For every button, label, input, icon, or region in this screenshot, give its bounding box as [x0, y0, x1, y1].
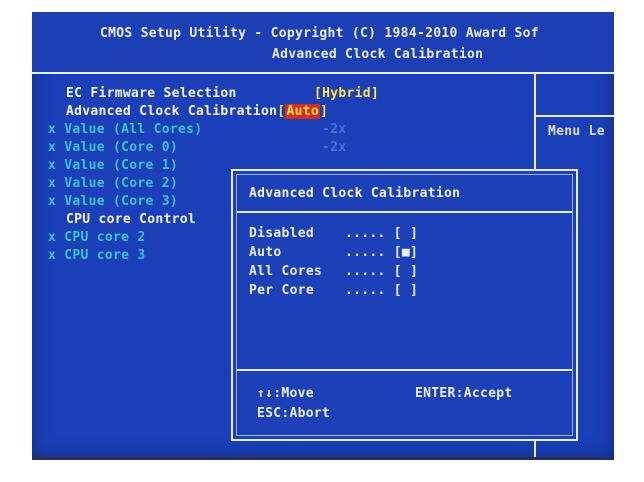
disabled-marker: x [48, 122, 57, 137]
options-popup: Advanced Clock Calibration Disabled.....… [231, 169, 578, 441]
disabled-marker: x [48, 176, 57, 191]
option-label: Auto [249, 245, 282, 260]
setting-advanced-clock-calibration[interactable]: Advanced Clock Calibration[Auto] [66, 104, 328, 120]
setting-cpu-core-3: x CPU core 3 [48, 248, 146, 264]
setting-cpu-core-control[interactable]: CPU core Control [66, 212, 196, 228]
setting-label: Value (Core 0) [64, 140, 179, 155]
option-dots: ..... [345, 264, 386, 279]
value-bracket-close: ] [319, 104, 329, 119]
setting-label: Value (All Cores) [64, 122, 203, 137]
popup-frame: Advanced Clock Calibration Disabled.....… [236, 174, 573, 436]
setting-ec-firmware-selection[interactable]: EC Firmware Selection [66, 86, 237, 102]
option-label: All Cores [249, 264, 323, 279]
setting-label: CPU core 3 [64, 248, 146, 263]
setting-label: Value (Core 2) [64, 176, 179, 191]
option-auto[interactable]: Auto..... [■] [249, 245, 418, 260]
page-title: Advanced Clock Calibration [272, 47, 484, 62]
option-disabled[interactable]: Disabled..... [ ] [249, 226, 418, 241]
setting-value-selected[interactable]: Auto [285, 104, 320, 119]
screen-bottom-edge [32, 457, 614, 460]
hint-accept: ENTER:Accept [415, 386, 513, 401]
disabled-marker: x [48, 230, 57, 245]
utility-title: CMOS Setup Utility - Copyright (C) 1984-… [100, 26, 539, 41]
option-dots: ..... [345, 283, 386, 298]
setting-value-core-3: x Value (Core 3) [48, 194, 178, 210]
setting-value-all-cores-value: -2x [322, 122, 347, 137]
option-checkbox[interactable]: [■] [394, 245, 418, 260]
bios-screen: CMOS Setup Utility - Copyright (C) 1984-… [32, 12, 614, 457]
setting-value-core-0-value: -2x [322, 140, 347, 155]
popup-title-divider [237, 211, 572, 213]
popup-title: Advanced Clock Calibration [249, 186, 461, 201]
option-label: Disabled [249, 226, 315, 241]
option-all-cores[interactable]: All Cores..... [ ] [249, 264, 418, 279]
option-dots: ..... [345, 226, 386, 241]
setting-value-ec-firmware[interactable]: [Hybrid] [314, 86, 379, 102]
setting-label: Value (Core 3) [64, 194, 179, 209]
setting-label: CPU core Control [66, 212, 197, 227]
disabled-marker: x [48, 248, 57, 263]
hint-move: ↑↓:Move [257, 386, 314, 401]
setting-label: Value (Core 1) [64, 158, 179, 173]
setting-label: CPU core 2 [64, 230, 146, 245]
option-checkbox[interactable]: [ ] [394, 283, 418, 298]
setting-value-all-cores: x Value (All Cores) [48, 122, 202, 138]
help-panel-rule [536, 115, 614, 117]
setting-value-core-2: x Value (Core 2) [48, 176, 178, 192]
setting-value-core-0: x Value (Core 0) [48, 140, 178, 156]
option-dots: ..... [345, 245, 386, 260]
setting-label: EC Firmware Selection [66, 86, 237, 101]
disabled-marker: x [48, 140, 57, 155]
disabled-marker: x [48, 194, 57, 209]
option-label: Per Core [249, 283, 315, 298]
option-checkbox[interactable]: [ ] [394, 226, 418, 241]
option-checkbox[interactable]: [ ] [394, 264, 418, 279]
option-per-core[interactable]: Per Core..... [ ] [249, 283, 418, 298]
item-help-label: Menu Le [548, 124, 605, 139]
popup-footer-divider [237, 369, 572, 371]
setting-label: Advanced Clock Calibration [66, 104, 278, 119]
setting-cpu-core-2: x CPU core 2 [48, 230, 146, 246]
hint-abort: ESC:Abort [257, 406, 331, 421]
disabled-marker: x [48, 158, 57, 173]
title-bar: CMOS Setup Utility - Copyright (C) 1984-… [32, 12, 614, 74]
setting-value-core-1: x Value (Core 1) [48, 158, 178, 174]
